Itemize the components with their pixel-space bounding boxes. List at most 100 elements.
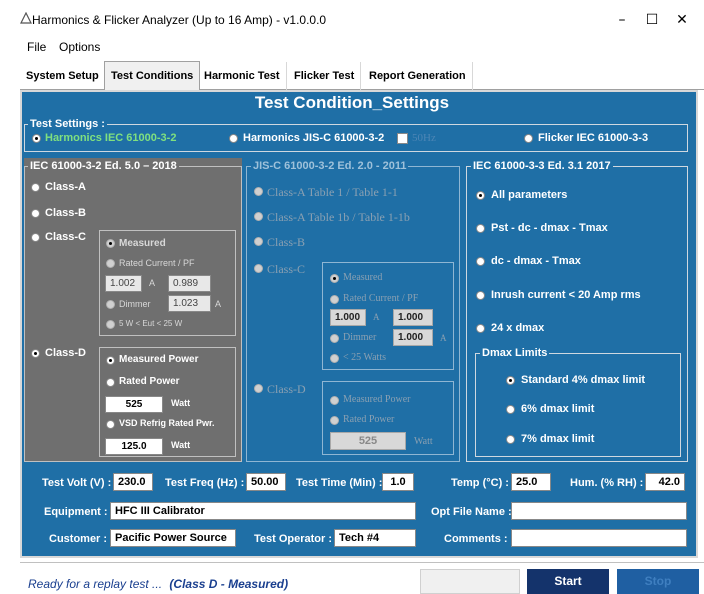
radio-jis-class-a-table1b[interactable] — [254, 212, 263, 221]
radio-flicker-dc[interactable] — [476, 257, 485, 266]
jis-c-pf-field[interactable]: 1.000 — [393, 309, 433, 326]
menu-bar: File Options — [20, 40, 704, 58]
radio-class-c[interactable] — [31, 233, 40, 242]
test-freq-field[interactable]: 50.00 — [246, 473, 286, 491]
class-d-rated-power-field[interactable]: 525 — [105, 396, 163, 413]
class-c-current-field[interactable]: 1.002 — [105, 275, 142, 292]
stop-button[interactable]: Stop — [617, 569, 699, 594]
class-b-label: Class-B — [45, 207, 86, 219]
radio-class-d-measured[interactable] — [106, 356, 115, 365]
radio-flicker-inrush[interactable] — [476, 291, 485, 300]
tab-system-setup[interactable]: System Setup — [20, 62, 106, 90]
radio-class-a[interactable] — [31, 183, 40, 192]
class-d-vsd-field[interactable]: 125.0 — [105, 438, 163, 455]
humidity-label: Hum. (% RH) : — [570, 477, 644, 489]
test-operator-field[interactable]: Tech #4 — [334, 529, 416, 547]
test-volt-label: Test Volt (V) : — [42, 477, 112, 489]
opt-file-field[interactable] — [511, 502, 687, 520]
tab-report-generation[interactable]: Report Generation — [363, 62, 473, 90]
dmax-limits-title: Dmax Limits — [480, 347, 550, 359]
minimize-button[interactable]: – — [612, 10, 632, 30]
class-d-vsd-label: VSD Refrig Rated Pwr. — [119, 418, 215, 428]
temp-field[interactable]: 25.0 — [511, 473, 551, 491]
title-bar: Harmonics & Flicker Analyzer (Up to 16 A… — [0, 0, 704, 40]
comments-label: Comments : — [444, 533, 508, 545]
jis-50hz-checkbox[interactable] — [397, 133, 408, 144]
radio-flicker-all[interactable] — [476, 191, 485, 200]
radio-jis-d-rated[interactable] — [330, 416, 339, 425]
jis-d-rated-power-field[interactable]: 525 — [330, 432, 406, 450]
class-a-label: Class-A — [45, 181, 86, 193]
tab-strip: System Setup Test Conditions Harmonic Te… — [20, 60, 704, 91]
radio-jis-d-measured[interactable] — [330, 396, 339, 405]
customer-field[interactable]: Pacific Power Source — [110, 529, 236, 547]
radio-class-b[interactable] — [31, 209, 40, 218]
test-freq-label: Test Freq (Hz) : — [165, 477, 245, 489]
radio-class-d[interactable] — [31, 349, 40, 358]
radio-flicker-24dmax[interactable] — [476, 324, 485, 333]
radio-class-d-rated[interactable] — [106, 378, 115, 387]
flicker-all-label: All parameters — [491, 189, 568, 201]
close-button[interactable]: ✕ — [672, 10, 692, 30]
temp-label: Temp (°C) : — [451, 477, 509, 489]
radio-harmonics-jis[interactable] — [229, 134, 238, 143]
class-c-label: Class-C — [45, 231, 86, 243]
status-text: Ready for a replay test ... (Class D - M… — [28, 577, 288, 591]
radio-dmax-6[interactable] — [506, 405, 515, 414]
radio-jis-class-a-table1[interactable] — [254, 187, 263, 196]
jis-c-dimmer-field[interactable]: 1.000 — [393, 329, 433, 346]
opt-file-label: Opt File Name : — [431, 506, 512, 518]
tab-harmonic-test[interactable]: Harmonic Test — [198, 62, 287, 90]
flicker-pst-label: Pst - dc - dmax - Tmax — [491, 222, 608, 234]
radio-jis-c-rated[interactable] — [330, 295, 339, 304]
class-c-rated-label: Rated Current / PF — [119, 258, 195, 268]
tab-test-conditions[interactable]: Test Conditions — [104, 61, 201, 91]
radio-jis-class-d[interactable] — [254, 384, 263, 393]
test-time-field[interactable]: 1.0 — [382, 473, 414, 491]
class-c-dimmer-field[interactable]: 1.023 — [168, 295, 211, 312]
radio-jis-c-range[interactable] — [330, 354, 339, 363]
radio-dmax-7[interactable] — [506, 435, 515, 444]
class-c-measured-label: Measured — [119, 238, 166, 249]
radio-jis-class-b[interactable] — [254, 237, 263, 246]
humidity-field[interactable]: 42.0 — [645, 473, 685, 491]
radio-class-c-dimmer[interactable] — [106, 300, 115, 309]
radio-flicker-pst[interactable] — [476, 224, 485, 233]
menu-file[interactable]: File — [27, 40, 46, 54]
equipment-field[interactable]: HFC III Calibrator — [110, 502, 416, 520]
window-title: Harmonics & Flicker Analyzer (Up to 16 A… — [32, 13, 327, 27]
class-d-measured-label: Measured Power — [119, 354, 199, 365]
jis-c-measured-label: Measured — [343, 272, 383, 283]
maximize-button[interactable]: ☐ — [642, 10, 662, 30]
start-button[interactable]: Start — [527, 569, 609, 594]
option-harmonics-iec-label: Harmonics IEC 61000-3-2 — [45, 132, 177, 144]
status-mode: (Class D - Measured) — [169, 577, 289, 591]
class-c-pf-field[interactable]: 0.989 — [168, 275, 211, 292]
radio-jis-c-dimmer[interactable] — [330, 334, 339, 343]
tab-flicker-test[interactable]: Flicker Test — [288, 62, 362, 90]
jis-c-current-field[interactable]: 1.000 — [330, 309, 366, 326]
page-title: Test Condition_Settings — [254, 93, 450, 112]
test-volt-field[interactable]: 230.0 — [113, 473, 153, 491]
comments-field[interactable] — [511, 529, 687, 547]
jis-class-c-label: Class-C — [267, 262, 306, 276]
radio-jis-class-c[interactable] — [254, 264, 263, 273]
radio-flicker-iec[interactable] — [524, 134, 533, 143]
radio-class-c-range[interactable] — [106, 320, 115, 329]
radio-class-d-vsd[interactable] — [106, 420, 115, 429]
option-flicker-iec-label: Flicker IEC 61000-3-3 — [538, 132, 649, 144]
jis-c-rated-label: Rated Current / PF — [343, 293, 419, 304]
radio-dmax-standard[interactable] — [506, 376, 515, 385]
jis-harmonics-title: JIS-C 61000-3-2 Ed. 2.0 - 2011 — [251, 160, 409, 172]
radio-class-c-measured[interactable] — [106, 239, 115, 248]
menu-options[interactable]: Options — [59, 40, 100, 54]
jis-d-measured-label: Measured Power — [343, 394, 411, 405]
radio-harmonics-iec[interactable] — [32, 134, 41, 143]
radio-jis-c-measured[interactable] — [330, 274, 339, 283]
class-d-unit-watt2: Watt — [171, 440, 191, 450]
flicker-dc-label: dc - dmax - Tmax — [491, 255, 581, 267]
class-d-rated-label: Rated Power — [119, 376, 180, 387]
jis-50hz-label: 50Hz — [412, 132, 436, 144]
jis-class-a-table1-label: Class-A Table 1 / Table 1-1 — [267, 185, 398, 199]
radio-class-c-rated[interactable] — [106, 259, 115, 268]
